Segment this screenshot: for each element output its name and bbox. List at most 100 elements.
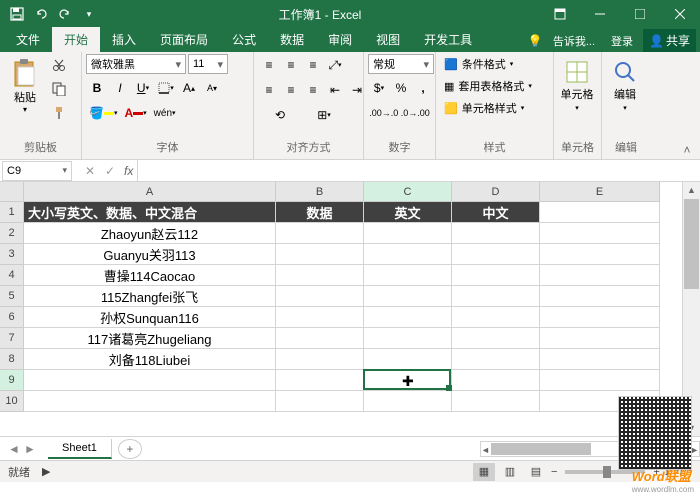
macro-record-button[interactable]: ▶ [42, 465, 50, 478]
align-center-button[interactable]: ≡ [280, 79, 302, 101]
column-header-B[interactable]: B [276, 182, 364, 202]
scroll-up-button[interactable]: ▲ [683, 182, 700, 198]
cell[interactable] [364, 265, 452, 286]
fx-icon[interactable]: fx [124, 164, 133, 178]
cell[interactable] [276, 307, 364, 328]
close-button[interactable] [660, 0, 700, 28]
collapse-ribbon-button[interactable]: ˄ [678, 143, 696, 157]
undo-button[interactable] [30, 3, 52, 25]
tab-file[interactable]: 文件 [4, 27, 52, 52]
bold-button[interactable]: B [86, 77, 108, 99]
align-bottom-button[interactable]: ≡ [302, 54, 324, 76]
add-sheet-button[interactable]: + [118, 439, 142, 459]
cell[interactable] [540, 244, 660, 265]
row-header-2[interactable]: 2 [0, 223, 24, 244]
accounting-format-button[interactable]: $▾ [368, 77, 390, 99]
cancel-formula-button[interactable]: ✕ [80, 164, 100, 178]
cell[interactable] [452, 391, 540, 412]
row-header-7[interactable]: 7 [0, 328, 24, 349]
font-color-button[interactable]: A▾ [121, 102, 149, 124]
scroll-left-button[interactable]: ◄ [481, 442, 490, 458]
tab-formulas[interactable]: 公式 [220, 27, 268, 52]
share-button[interactable]: 👤共享 [643, 29, 696, 52]
row-header-6[interactable]: 6 [0, 307, 24, 328]
name-box[interactable]: C9▾ [2, 161, 72, 181]
view-page-layout-button[interactable]: ▥ [499, 463, 521, 481]
cell[interactable] [364, 307, 452, 328]
redo-button[interactable] [54, 3, 76, 25]
row-header-1[interactable]: 1 [0, 202, 24, 223]
cell[interactable] [364, 223, 452, 244]
increase-decimal-button[interactable]: .00→.0 [368, 102, 400, 124]
worksheet-grid[interactable]: 12345678910 ABCDE 大小写英文、数据、中文混合数据英文中文Zha… [0, 182, 700, 436]
cell[interactable] [364, 349, 452, 370]
copy-button[interactable] [48, 78, 70, 100]
row-header-10[interactable]: 10 [0, 391, 24, 412]
scroll-thumb-horizontal[interactable] [491, 443, 591, 455]
cell[interactable] [276, 286, 364, 307]
tab-review[interactable]: 审阅 [316, 27, 364, 52]
increase-font-button[interactable]: A▴ [178, 77, 200, 99]
tab-data[interactable]: 数据 [268, 27, 316, 52]
row-header-5[interactable]: 5 [0, 286, 24, 307]
cell[interactable] [540, 349, 660, 370]
fill-color-button[interactable]: 🪣▾ [86, 102, 120, 124]
phonetic-button[interactable]: wén▾ [151, 102, 179, 124]
cell[interactable] [540, 328, 660, 349]
italic-button[interactable]: I [109, 77, 131, 99]
font-name-combo[interactable]: 微软雅黑▾ [86, 54, 186, 74]
cell[interactable] [276, 244, 364, 265]
sign-in[interactable]: 登录 [605, 31, 639, 51]
cell[interactable] [364, 244, 452, 265]
formula-bar[interactable] [137, 160, 700, 181]
header-cell[interactable]: 英文 [364, 202, 452, 223]
row-header-9[interactable]: 9 [0, 370, 24, 391]
cell[interactable] [24, 370, 276, 391]
cell[interactable] [276, 223, 364, 244]
select-all-corner[interactable] [0, 182, 24, 202]
sheet-tab-1[interactable]: Sheet1 [48, 439, 112, 459]
scroll-thumb-vertical[interactable] [684, 199, 699, 289]
decrease-font-button[interactable]: A▾ [201, 77, 223, 99]
cell[interactable] [452, 349, 540, 370]
cell[interactable] [540, 202, 660, 223]
cell[interactable]: Guanyu关羽113 [24, 244, 276, 265]
cell[interactable] [452, 223, 540, 244]
cell[interactable] [540, 307, 660, 328]
tell-me[interactable]: 告诉我... [547, 31, 601, 51]
cell[interactable] [364, 286, 452, 307]
cell[interactable] [276, 349, 364, 370]
cell[interactable] [452, 265, 540, 286]
align-left-button[interactable]: ≡ [258, 79, 280, 101]
cell[interactable] [452, 328, 540, 349]
minimize-button[interactable] [580, 0, 620, 28]
underline-button[interactable]: U▾ [132, 77, 154, 99]
align-right-button[interactable]: ≡ [302, 79, 324, 101]
orientation-button[interactable]: ⤢▾ [324, 54, 346, 76]
tab-view[interactable]: 视图 [364, 27, 412, 52]
font-size-combo[interactable]: 11▾ [188, 54, 228, 74]
cell[interactable]: Zhaoyun赵云112 [24, 223, 276, 244]
zoom-out-button[interactable]: − [551, 466, 557, 478]
header-cell[interactable]: 中文 [452, 202, 540, 223]
header-cell[interactable]: 大小写英文、数据、中文混合 [24, 202, 276, 223]
cell-styles-button[interactable]: 🟨单元格样式▾ [440, 98, 536, 118]
cell[interactable]: 117诸葛亮Zhugeliang [24, 328, 276, 349]
conditional-format-button[interactable]: 🟦条件格式▾ [440, 54, 536, 74]
header-cell[interactable]: 数据 [276, 202, 364, 223]
cut-button[interactable] [48, 54, 70, 76]
tab-home[interactable]: 开始 [52, 27, 100, 52]
format-painter-button[interactable] [48, 102, 70, 124]
qat-customize-button[interactable]: ▾ [78, 3, 100, 25]
cell[interactable] [276, 328, 364, 349]
cell[interactable]: 115Zhangfei张飞 [24, 286, 276, 307]
merge-button[interactable]: ⊞▾ [302, 104, 346, 126]
tab-insert[interactable]: 插入 [100, 27, 148, 52]
editing-group-button[interactable]: 编辑▾ [606, 54, 644, 118]
sheet-nav-next[interactable]: ► [24, 442, 40, 456]
view-normal-button[interactable]: ▦ [473, 463, 495, 481]
border-button[interactable]: ▾ [155, 77, 177, 99]
cell[interactable] [276, 391, 364, 412]
cell[interactable] [276, 265, 364, 286]
cell[interactable]: 刘备118Liubei [24, 349, 276, 370]
